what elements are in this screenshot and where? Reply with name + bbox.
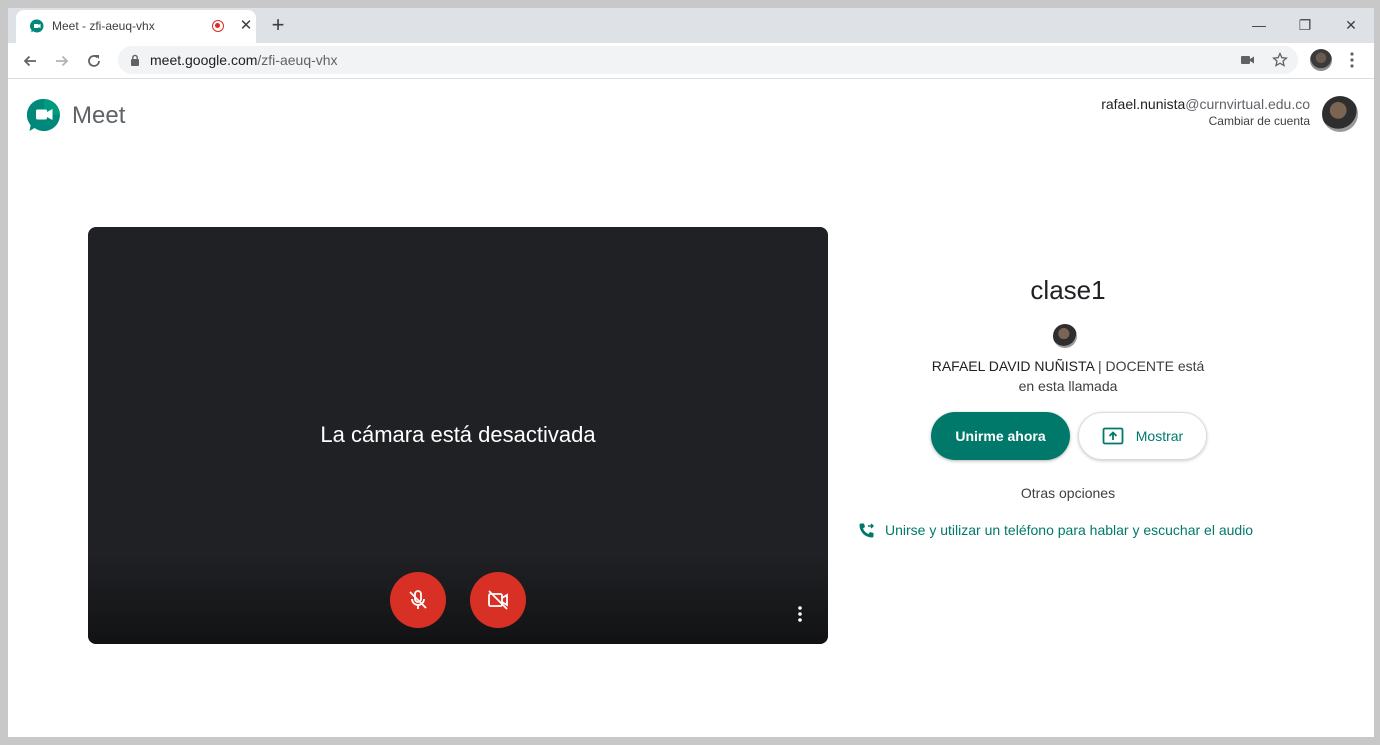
browser-tab[interactable]: Meet - zfi-aeuq-vhx ✕ xyxy=(16,10,256,43)
star-bookmark-icon[interactable] xyxy=(1272,52,1288,68)
tab-close-icon[interactable]: ✕ xyxy=(238,18,254,34)
meeting-name: clase1 xyxy=(1030,275,1106,305)
join-now-button[interactable]: Unirme ahora xyxy=(931,412,1070,460)
phone-forward-icon xyxy=(859,523,874,537)
join-with-phone-link[interactable]: Unirse y utilizar un teléfono para habla… xyxy=(858,521,1253,539)
browser-toolbar: meet.google.com/zfi-aeuq-vhx xyxy=(8,43,1374,79)
preview-gradient xyxy=(88,554,828,644)
address-bar[interactable]: meet.google.com/zfi-aeuq-vhx xyxy=(118,46,1298,74)
present-button-label: Mostrar xyxy=(1135,428,1184,444)
lock-icon xyxy=(131,54,139,66)
mic-off-icon xyxy=(409,590,427,609)
more-vert-icon xyxy=(798,606,802,622)
new-tab-button[interactable]: + xyxy=(266,14,290,38)
reload-icon xyxy=(88,55,100,67)
other-options-label: Otras opciones xyxy=(1020,485,1116,501)
recording-indicator-icon xyxy=(212,20,224,32)
reload-button[interactable] xyxy=(80,47,108,75)
participants-status: RAFAEL DAVID NUÑISTA | DOCENTE está en e… xyxy=(928,356,1208,396)
present-screen-icon xyxy=(1102,427,1124,445)
url-path: /zfi-aeuq-vhx xyxy=(257,52,338,68)
account-domain: @curnvirtual.edu.co xyxy=(1185,96,1310,112)
tab-strip: Meet - zfi-aeuq-vhx ✕ + — ❐ ✕ xyxy=(8,8,1374,43)
tab-title: Meet - zfi-aeuq-vhx xyxy=(52,19,155,33)
join-with-phone-label: Unirse y utilizar un teléfono para habla… xyxy=(885,522,1254,538)
participant-avatar xyxy=(1053,324,1077,348)
arrow-right-icon xyxy=(56,55,69,67)
close-window-button[interactable]: ✕ xyxy=(1328,12,1374,38)
back-button[interactable] xyxy=(16,47,44,75)
browser-profile-avatar[interactable] xyxy=(1310,49,1332,71)
meet-logo-icon xyxy=(27,98,60,131)
browser-window: Meet - zfi-aeuq-vhx ✕ + — ❐ ✕ meet.googl… xyxy=(8,8,1374,737)
camera-off-icon xyxy=(488,590,508,610)
arrow-left-icon xyxy=(23,55,36,67)
microphone-toggle-button[interactable] xyxy=(390,572,446,628)
restore-button[interactable]: ❐ xyxy=(1282,12,1328,38)
forward-button[interactable] xyxy=(48,47,76,75)
meet-favicon-icon xyxy=(30,19,44,33)
browser-menu-icon[interactable] xyxy=(1344,50,1360,70)
video-preview: La cámara está desactivada xyxy=(88,227,828,644)
account-user: rafael.nunista xyxy=(1101,96,1186,112)
switch-account-link[interactable]: Cambiar de cuenta xyxy=(1209,114,1310,128)
url-text: meet.google.com/zfi-aeuq-vhx xyxy=(150,52,338,68)
camera-toggle-button[interactable] xyxy=(470,572,526,628)
minimize-button[interactable]: — xyxy=(1236,12,1282,38)
camera-blocked-icon[interactable] xyxy=(1240,52,1256,68)
more-options-button[interactable] xyxy=(790,602,810,626)
camera-off-message: La cámara está desactivada xyxy=(320,422,596,447)
meet-wordmark: Meet xyxy=(72,102,126,129)
account-avatar[interactable] xyxy=(1322,96,1358,132)
account-email: rafael.nunista@curnvirtual.edu.co xyxy=(1101,96,1310,112)
participant-name: RAFAEL DAVID NUÑISTA xyxy=(931,358,1095,374)
url-host: meet.google.com xyxy=(150,52,258,68)
present-button[interactable]: Mostrar xyxy=(1078,412,1207,460)
